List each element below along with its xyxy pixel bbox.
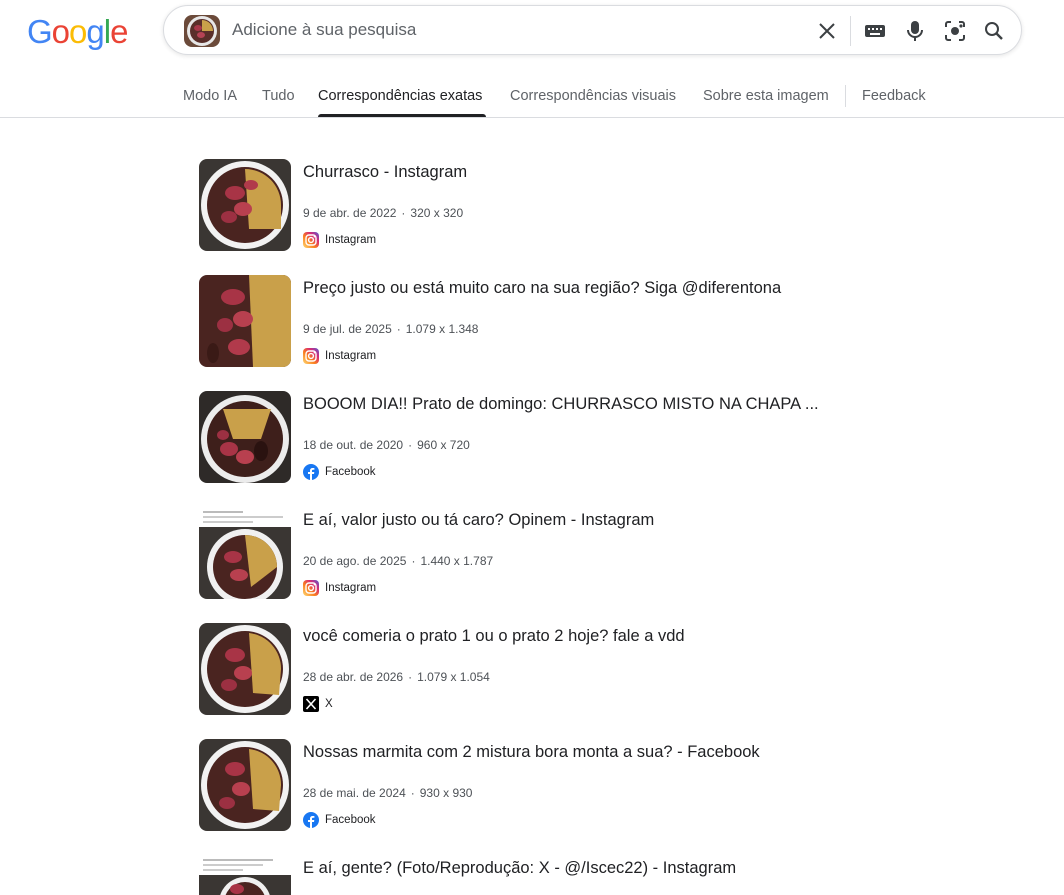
logo-letter: e — [110, 13, 128, 50]
google-logo[interactable]: Google — [27, 13, 128, 51]
result-meta: 9 de jul. de 2025 · 1.079 x 1.348 — [303, 322, 479, 336]
logo-letter: G — [27, 13, 53, 50]
result-date: 9 de jul. de 2025 — [303, 322, 392, 336]
search-bar[interactable]: Adicione à sua pesquisa — [163, 5, 1022, 55]
result-title[interactable]: E aí, gente? (Foto/Reprodução: X - @/Isc… — [303, 859, 736, 878]
result-source[interactable]: Instagram — [303, 231, 376, 249]
result-title[interactable]: Churrasco - Instagram — [303, 163, 467, 182]
tab-tudo[interactable]: Tudo — [262, 88, 295, 104]
result-meta: 28 de mai. de 2024 · 930 x 930 — [303, 786, 473, 800]
source-name: Facebook — [325, 466, 376, 478]
instagram-icon — [303, 580, 319, 596]
result-item[interactable]: Nossas marmita com 2 mistura bora monta … — [199, 739, 899, 833]
keyboard-icon[interactable] — [862, 18, 888, 44]
result-thumbnail[interactable] — [199, 855, 291, 895]
result-thumbnail[interactable] — [199, 159, 291, 251]
result-date: 28 de mai. de 2024 — [303, 786, 406, 800]
source-name: Facebook — [325, 814, 376, 826]
result-meta: 18 de out. de 2020 · 960 x 720 — [303, 438, 470, 452]
result-source[interactable]: Instagram — [303, 579, 376, 597]
source-name: Instagram — [325, 582, 377, 594]
result-meta: 20 de ago. de 2025 · 1.440 x 1.787 — [303, 554, 494, 568]
result-source[interactable]: Facebook — [303, 811, 376, 829]
result-thumbnail[interactable] — [199, 739, 291, 831]
result-date: 20 de ago. de 2025 — [303, 554, 407, 568]
result-meta: 9 de abr. de 2022 · 320 x 320 — [303, 206, 464, 220]
query-image-thumbnail[interactable] — [184, 15, 220, 47]
logo-letter: o — [51, 13, 70, 50]
result-source[interactable]: Instagram — [303, 347, 376, 365]
result-item[interactable]: Preço justo ou está muito caro na sua re… — [199, 275, 899, 369]
tab-correspondencias-visuais[interactable]: Correspondências visuais — [510, 88, 676, 104]
result-dimensions: 960 x 720 — [417, 438, 470, 452]
search-icon[interactable] — [981, 18, 1007, 44]
lens-icon[interactable] — [942, 18, 968, 44]
tab-correspondencias-exatas[interactable]: Correspondências exatas — [318, 88, 482, 104]
search-divider — [850, 16, 851, 46]
tabs-divider — [0, 117, 1064, 118]
result-thumbnail[interactable] — [199, 391, 291, 483]
instagram-icon — [303, 348, 319, 364]
mic-icon[interactable] — [902, 18, 928, 44]
result-item[interactable]: BOOOM DIA!! Prato de domingo: CHURRASCO … — [199, 391, 899, 485]
result-thumbnail[interactable] — [199, 623, 291, 715]
result-item[interactable]: E aí, gente? (Foto/Reprodução: X - @/Isc… — [199, 855, 899, 895]
result-title[interactable]: E aí, valor justo ou tá caro? Opinem - I… — [303, 511, 654, 530]
result-date: 18 de out. de 2020 — [303, 438, 404, 452]
result-dimensions: 320 x 320 — [410, 206, 464, 220]
result-thumbnail[interactable] — [199, 507, 291, 599]
result-title[interactable]: Nossas marmita com 2 mistura bora monta … — [303, 743, 760, 762]
result-title[interactable]: BOOOM DIA!! Prato de domingo: CHURRASCO … — [303, 395, 819, 414]
source-name: Instagram — [325, 350, 377, 362]
source-name: X — [325, 698, 333, 710]
search-input[interactable]: Adicione à sua pesquisa — [232, 20, 416, 40]
facebook-icon — [303, 464, 319, 480]
result-dimensions: 1.079 x 1.054 — [417, 670, 490, 684]
result-meta: 28 de abr. de 2026 · 1.079 x 1.054 — [303, 670, 490, 684]
instagram-icon — [303, 232, 319, 248]
result-dimensions: 1.079 x 1.348 — [405, 322, 479, 336]
result-title[interactable]: Preço justo ou está muito caro na sua re… — [303, 279, 781, 298]
logo-letter: g — [86, 13, 104, 50]
result-item[interactable]: E aí, valor justo ou tá caro? Opinem - I… — [199, 507, 899, 601]
result-item[interactable]: Churrasco - Instagram 9 de abr. de 2022 ·… — [199, 159, 899, 253]
tab-sobre-esta-imagem[interactable]: Sobre esta imagem — [703, 88, 829, 104]
result-date: 28 de abr. de 2026 — [303, 670, 404, 684]
result-dimensions: 930 x 930 — [419, 786, 473, 800]
logo-letter: o — [69, 13, 87, 50]
tab-feedback[interactable]: Feedback — [862, 88, 926, 104]
tab-separator — [845, 85, 846, 107]
result-source[interactable]: Facebook — [303, 463, 376, 481]
facebook-icon — [303, 812, 319, 828]
result-item[interactable]: você comeria o prato 1 ou o prato 2 hoje… — [199, 623, 899, 717]
result-date: 9 de abr. de 2022 — [303, 206, 397, 220]
x-icon — [303, 696, 319, 712]
result-dimensions: 1.440 x 1.787 — [420, 554, 494, 568]
result-title[interactable]: você comeria o prato 1 ou o prato 2 hoje… — [303, 627, 685, 646]
result-source[interactable]: X — [303, 695, 333, 713]
tab-modo-ia[interactable]: Modo IA — [183, 88, 237, 104]
close-icon[interactable] — [814, 18, 840, 44]
search-tabs: Modo IA Tudo Correspondências exatas Cor… — [0, 78, 1064, 118]
result-thumbnail[interactable] — [199, 275, 291, 367]
source-name: Instagram — [325, 234, 377, 246]
